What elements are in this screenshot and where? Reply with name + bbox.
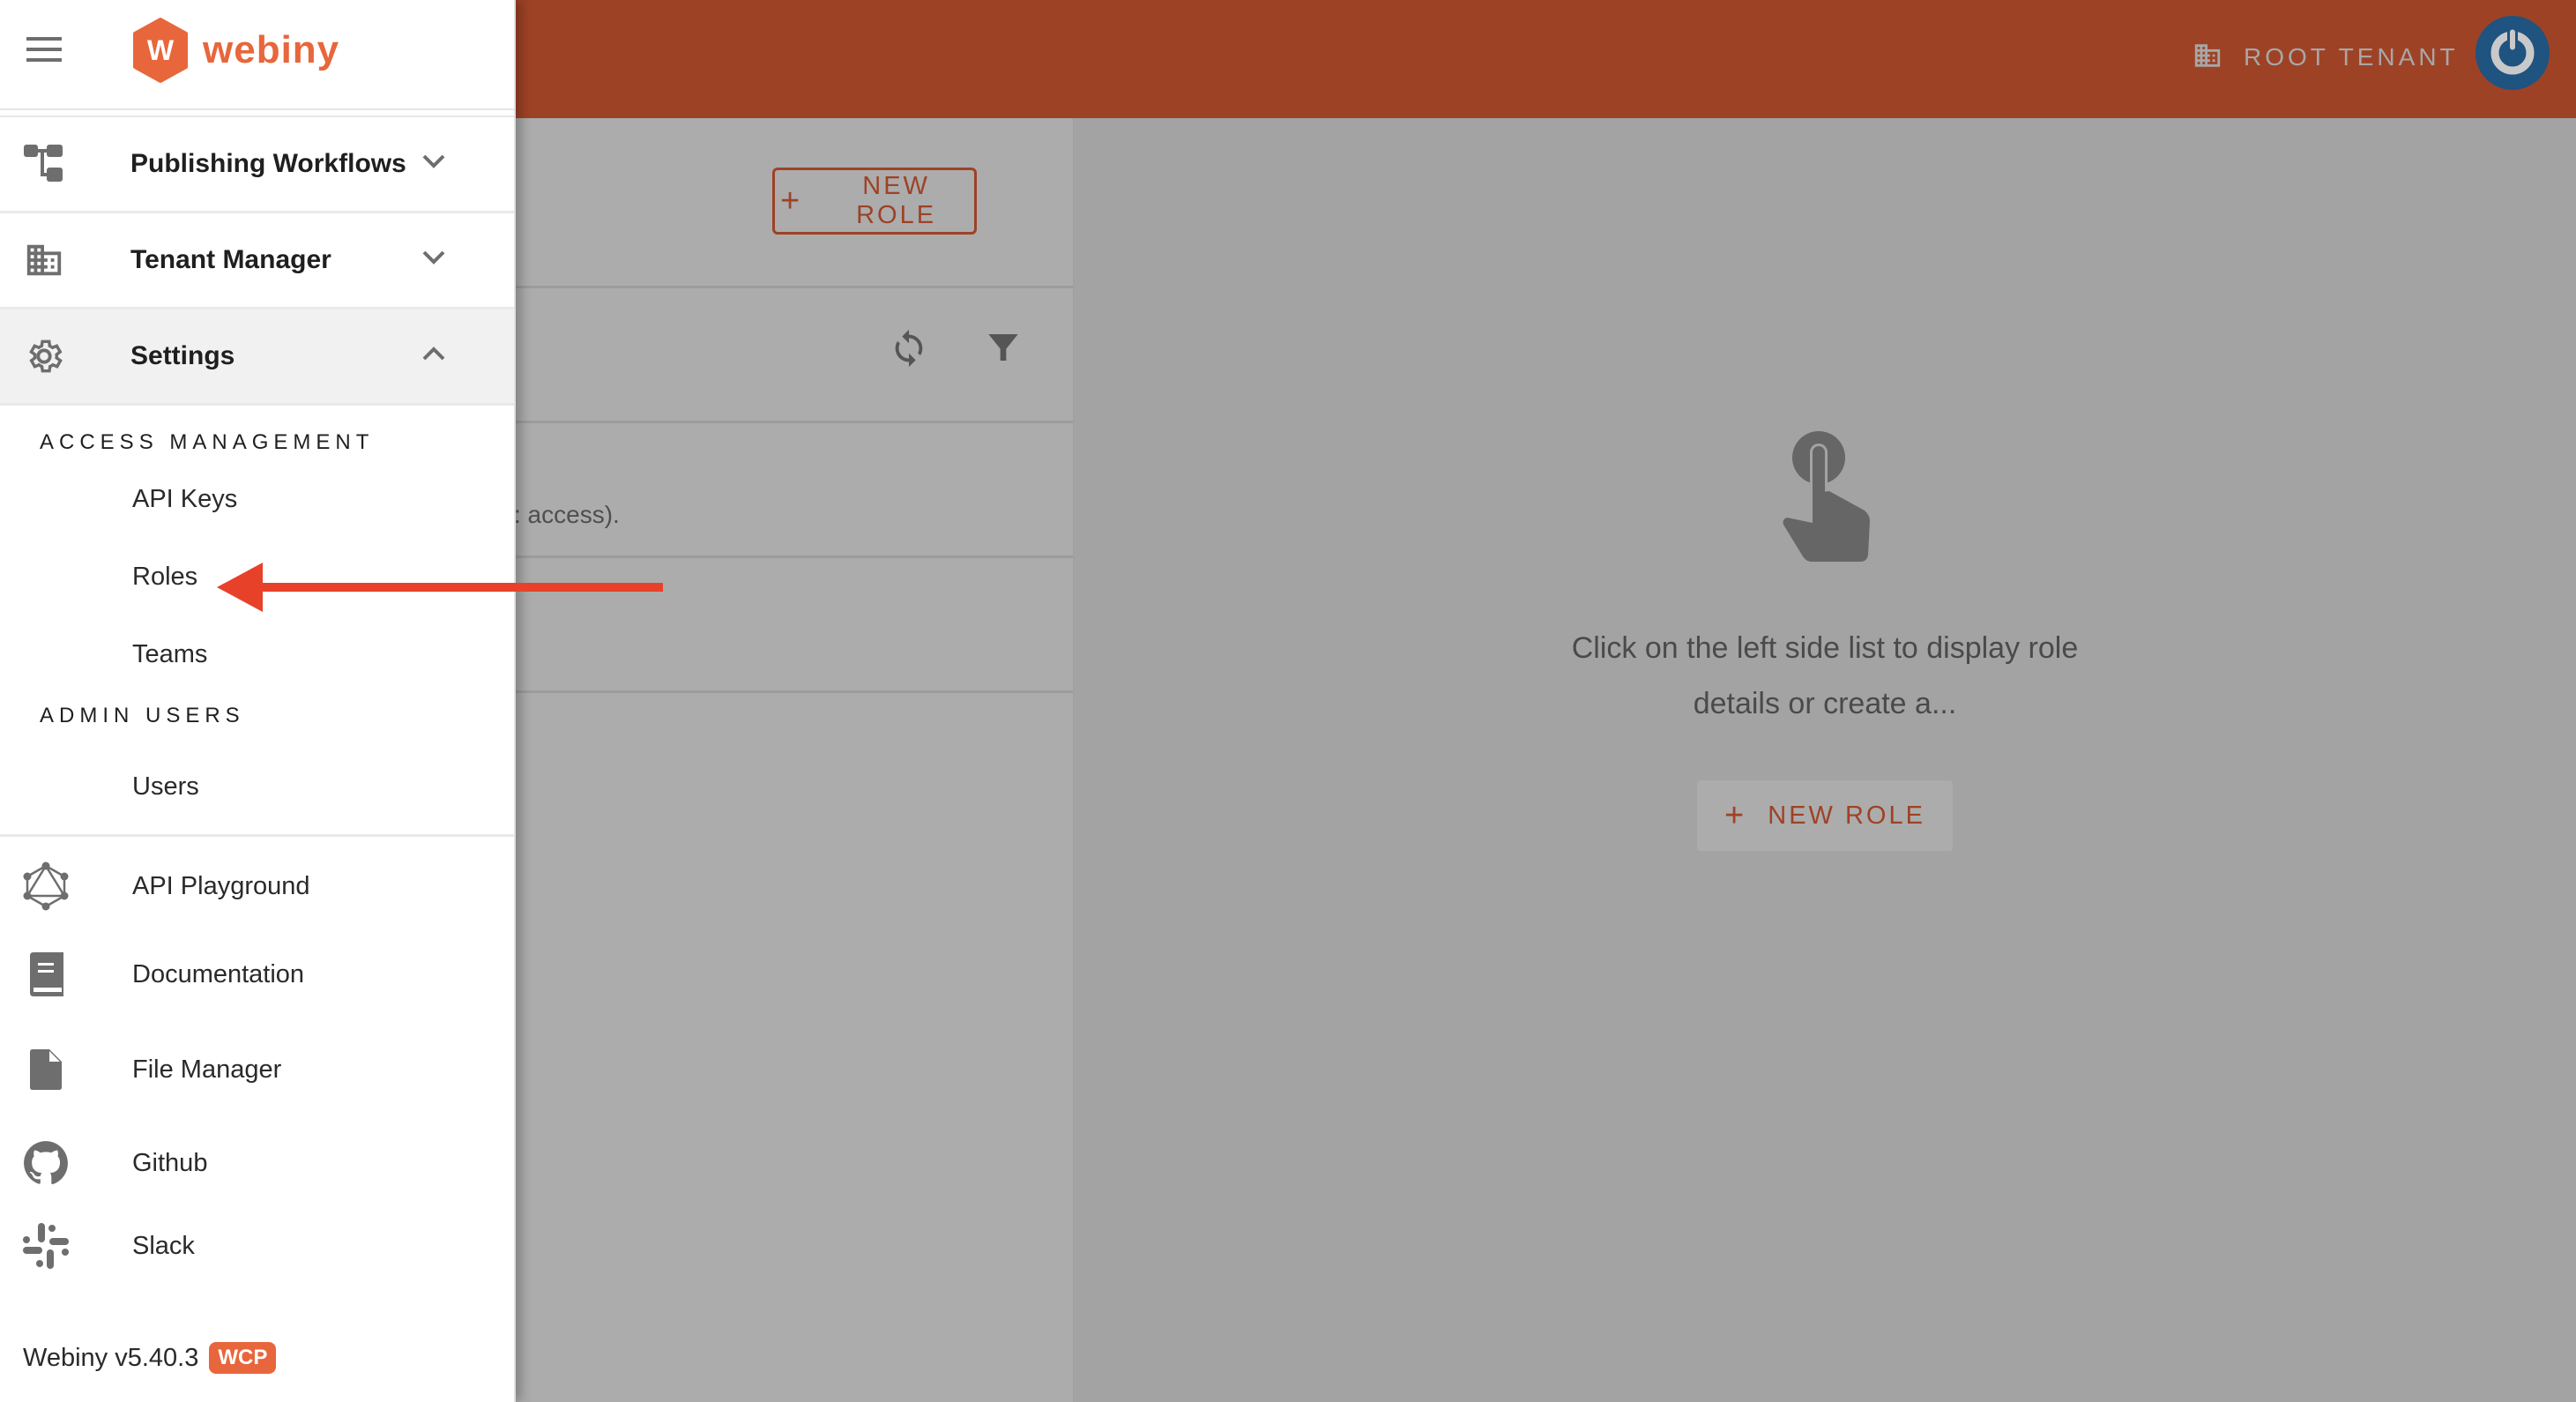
version-footer: Webiny v5.40.3 WCP	[23, 1342, 277, 1374]
annotation-arrow	[217, 563, 663, 612]
svg-text:W: W	[147, 34, 175, 66]
empty-state-message: Click on the left side list to display r…	[1571, 631, 2079, 720]
sidebar-item-documentation[interactable]: Documentation	[0, 930, 514, 1018]
graphql-icon	[21, 861, 71, 911]
gear-icon	[23, 335, 65, 377]
sidebar-item-file-manager[interactable]: File Manager	[0, 1025, 514, 1114]
menu-item-publishing-workflows[interactable]: Publishing Workflows	[0, 117, 514, 213]
logo-text: webiny	[203, 28, 340, 71]
navigation-drawer: W webiny Publishing Workflows Tenant Man…	[0, 0, 516, 1402]
drawer-divider	[0, 834, 514, 837]
sidebar-item-api-keys[interactable]: API Keys	[0, 460, 514, 538]
sidebar-item-api-playground[interactable]: API Playground	[0, 842, 514, 930]
arrow-head	[217, 563, 263, 612]
menu-label: Github	[132, 1148, 208, 1177]
menu-item-tenant-manager[interactable]: Tenant Manager	[0, 213, 514, 309]
menu-label: API Playground	[132, 871, 310, 900]
wcp-badge: WCP	[209, 1342, 277, 1374]
list-header: + NEW ROLE	[514, 118, 1073, 288]
file-icon	[21, 1045, 71, 1094]
empty-state: Click on the left side list to display r…	[1074, 431, 2576, 851]
menu-label: Publishing Workflows	[130, 149, 406, 178]
menu-label: Settings	[130, 341, 235, 370]
new-role-label: NEW ROLE	[1768, 801, 1925, 830]
new-role-label: NEW ROLE	[856, 172, 937, 229]
version-text: Webiny v5.40.3	[23, 1343, 199, 1372]
sidebar-item-github[interactable]: Github	[0, 1119, 514, 1207]
book-icon	[21, 950, 71, 999]
building-icon	[2193, 41, 2222, 75]
list-toolbar	[514, 288, 1073, 423]
sidebar-item-slack[interactable]: Slack	[0, 1202, 514, 1290]
drawer-header: W webiny	[0, 0, 514, 110]
workflow-icon	[23, 143, 65, 185]
new-role-button[interactable]: + NEW ROLE	[772, 168, 977, 235]
chevron-up-icon	[421, 345, 446, 367]
webiny-logo[interactable]: W webiny	[132, 18, 339, 83]
touch-hand-icon	[1776, 431, 1873, 567]
sidebar-item-users[interactable]: Users	[0, 748, 514, 825]
menu-label: Documentation	[132, 959, 305, 988]
chevron-down-icon	[421, 153, 446, 175]
filter-icon[interactable]	[986, 329, 1021, 370]
github-icon	[21, 1138, 71, 1188]
list-item[interactable]: : access).	[514, 423, 1073, 558]
building-icon	[23, 239, 65, 281]
section-title-admin-users: ADMIN USERS	[40, 704, 245, 727]
hamburger-menu-icon[interactable]	[26, 37, 62, 65]
menu-item-settings[interactable]: Settings	[0, 309, 514, 406]
chevron-down-icon	[421, 249, 446, 271]
tenant-label: ROOT TENANT	[2244, 43, 2459, 71]
arrow-shaft	[259, 583, 663, 592]
tenant-selector[interactable]: ROOT TENANT	[2193, 35, 2459, 79]
drawer-divider	[0, 110, 514, 117]
menu-label: Slack	[132, 1231, 195, 1260]
section-title-access-management: ACCESS MANAGEMENT	[40, 430, 375, 454]
sidebar-item-teams[interactable]: Teams	[0, 615, 514, 693]
power-icon	[2486, 25, 2539, 82]
refresh-icon[interactable]	[889, 325, 929, 376]
logo-hexagon-icon: W	[133, 18, 188, 83]
user-avatar[interactable]	[2475, 16, 2550, 90]
plus-icon: +	[1724, 796, 1747, 834]
slack-icon	[21, 1221, 71, 1271]
roles-list-pane: + NEW ROLE : access).	[514, 118, 1074, 1402]
role-detail-pane: Click on the left side list to display r…	[1074, 118, 2576, 1402]
menu-label: File Manager	[132, 1055, 282, 1084]
plus-icon: +	[780, 182, 803, 220]
new-role-button-secondary[interactable]: + NEW ROLE	[1697, 780, 1953, 851]
role-description: : access).	[514, 501, 620, 528]
menu-label: Tenant Manager	[130, 245, 331, 274]
